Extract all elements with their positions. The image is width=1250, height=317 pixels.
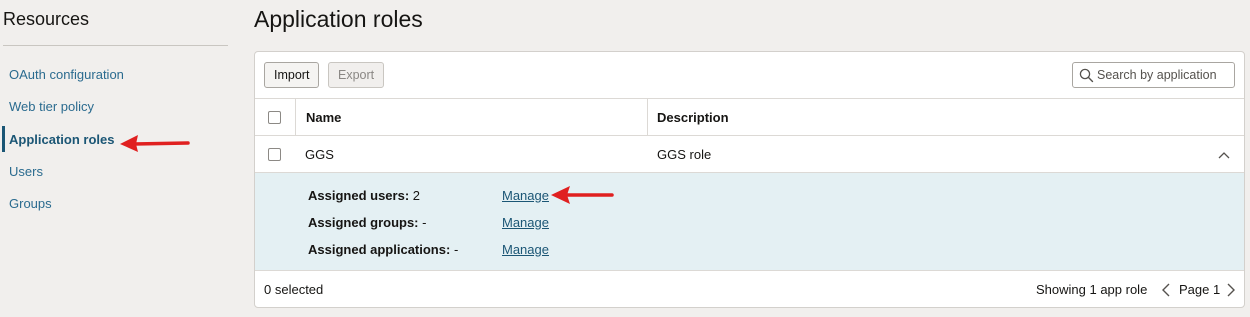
toolbar: Import Export (255, 52, 1244, 98)
search-icon (1079, 68, 1094, 83)
column-header-description[interactable]: Description (657, 110, 729, 125)
assigned-groups-label: Assigned groups: (308, 215, 419, 230)
assigned-users-value: 2 (412, 188, 421, 203)
sidebar-item-groups[interactable]: Groups (9, 196, 52, 211)
manage-users-link[interactable]: Manage (502, 188, 549, 203)
page-indicator: Page 1 (1179, 282, 1221, 297)
sidebar-divider (3, 45, 228, 46)
export-button[interactable]: Export (328, 62, 385, 88)
assigned-users-label: Assigned users: (308, 188, 410, 203)
sidebar: Resources OAuth configuration Web tier p… (0, 0, 232, 317)
column-separator (295, 99, 296, 135)
chevron-up-icon[interactable] (1218, 151, 1230, 159)
sidebar-item-users[interactable]: Users (9, 164, 43, 179)
column-header-name[interactable]: Name (306, 110, 341, 125)
search-box[interactable] (1072, 62, 1235, 88)
assigned-applications-value: - (453, 242, 459, 257)
column-separator (647, 99, 648, 135)
search-input[interactable] (1097, 63, 1233, 87)
active-indicator (2, 126, 5, 152)
chevron-right-icon[interactable] (1226, 283, 1236, 297)
sidebar-item-oauth-configuration[interactable]: OAuth configuration (9, 67, 124, 82)
sidebar-item-application-roles[interactable]: Application roles (9, 132, 114, 147)
row-name: GGS (305, 147, 334, 162)
assigned-applications: Assigned applications: - (308, 242, 458, 257)
sidebar-title: Resources (3, 9, 90, 29)
assigned-users: Assigned users: 2 (308, 188, 420, 203)
row-description: GGS role (657, 147, 712, 162)
assigned-applications-label: Assigned applications: (308, 242, 451, 257)
assigned-groups: Assigned groups: - (308, 215, 426, 230)
import-button[interactable]: Import (264, 62, 320, 88)
manage-groups-link[interactable]: Manage (502, 215, 549, 230)
row-detail-panel: Assigned users: 2 Manage Assigned groups… (255, 173, 1244, 271)
roles-panel: Import Export Name Description GGS GGS r… (254, 51, 1245, 308)
sidebar-item-web-tier-policy[interactable]: Web tier policy (9, 99, 94, 114)
table-row[interactable]: GGS GGS role (255, 136, 1244, 173)
chevron-left-icon[interactable] (1161, 283, 1171, 297)
selected-count: 0 selected (264, 282, 324, 297)
page-title: Application roles (254, 6, 423, 32)
annotation-arrow-icon (551, 186, 614, 204)
annotation-arrow-icon (120, 135, 190, 152)
select-all-checkbox[interactable] (268, 111, 281, 124)
table-footer: 0 selected Showing 1 app role Page 1 (255, 271, 1244, 308)
assigned-groups-value: - (422, 215, 427, 230)
showing-count: Showing 1 app role (1036, 282, 1148, 297)
row-checkbox[interactable] (268, 148, 281, 161)
table-header: Name Description (255, 98, 1244, 136)
manage-applications-link[interactable]: Manage (502, 242, 549, 257)
